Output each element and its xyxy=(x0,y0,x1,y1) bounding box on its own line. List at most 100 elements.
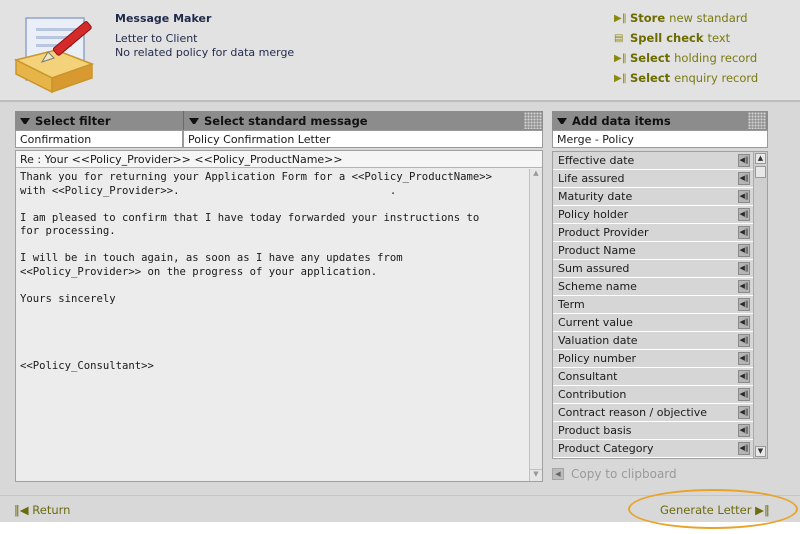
scroll-down-icon[interactable]: ▼ xyxy=(530,469,542,481)
insert-item-icon[interactable]: ◀‖ xyxy=(738,208,750,221)
arrow-right-icon: ▶‖ xyxy=(614,12,627,24)
data-item-row[interactable]: Current value ◀‖ xyxy=(553,314,753,332)
data-item-row[interactable]: Policy holder ◀‖ xyxy=(553,206,753,224)
spell-check-link[interactable]: ▤ Spell check text xyxy=(614,30,730,46)
chevron-down-icon xyxy=(189,117,199,124)
data-item-label: Contribution xyxy=(558,388,627,401)
data-item-label: Product Provider xyxy=(558,226,649,239)
data-item-row[interactable]: Scheme name ◀‖ xyxy=(553,278,753,296)
insert-item-icon[interactable]: ◀‖ xyxy=(738,334,750,347)
action-bold: Select xyxy=(630,71,671,85)
arrow-right-icon: ▶‖ xyxy=(614,52,627,64)
insert-item-icon[interactable]: ◀‖ xyxy=(738,316,750,329)
data-item-label: Product Category xyxy=(558,442,654,455)
insert-item-icon[interactable]: ◀‖ xyxy=(738,424,750,437)
data-item-row[interactable]: Product Category ◀‖ xyxy=(553,440,753,458)
app-title: Message Maker xyxy=(115,12,212,25)
data-item-label: Policy holder xyxy=(558,208,629,221)
policy-status-label: No related policy for data merge xyxy=(115,46,295,59)
insert-item-icon[interactable]: ◀‖ xyxy=(738,190,750,203)
data-item-label: Maturity date xyxy=(558,190,633,203)
data-items-scrollbar[interactable]: ▲ ▼ xyxy=(753,152,767,458)
insert-item-icon[interactable]: ◀‖ xyxy=(738,388,750,401)
insert-item-icon[interactable]: ◀‖ xyxy=(738,262,750,275)
data-item-row[interactable]: Product basis ◀‖ xyxy=(553,422,753,440)
data-item-label: Life assured xyxy=(558,172,625,185)
data-item-row[interactable]: Life assured ◀‖ xyxy=(553,170,753,188)
insert-item-icon[interactable]: ◀‖ xyxy=(738,244,750,257)
resize-grip-icon[interactable] xyxy=(524,112,542,129)
data-item-label: Term xyxy=(558,298,585,311)
clipboard-icon: ◀ xyxy=(552,468,564,480)
data-item-label: Current value xyxy=(558,316,633,329)
insert-item-icon[interactable]: ◀‖ xyxy=(738,226,750,239)
message-maker-logo-icon xyxy=(13,17,95,94)
insert-item-icon[interactable]: ◀‖ xyxy=(738,370,750,383)
scroll-up-icon[interactable]: ▲ xyxy=(755,153,766,164)
select-message-label: Select standard message xyxy=(204,113,368,128)
data-item-label: Valuation date xyxy=(558,334,638,347)
data-item-label: Contract reason / objective xyxy=(558,406,707,419)
data-item-label: Product Name xyxy=(558,244,636,257)
subject-line-input[interactable]: Re : Your <<Policy_Provider>> <<Policy_P… xyxy=(16,151,542,168)
action-bold: Spell check xyxy=(630,31,704,45)
filter-value[interactable]: Confirmation xyxy=(15,130,183,148)
data-item-label: Consultant xyxy=(558,370,618,383)
select-holding-record-link[interactable]: ▶‖ Select holding record xyxy=(614,50,757,66)
return-button[interactable]: ‖◀ Return xyxy=(14,503,70,517)
action-bold: Store xyxy=(630,11,666,25)
footer: ‖◀ Return Generate Letter ▶‖ xyxy=(0,495,800,522)
insert-item-icon[interactable]: ◀‖ xyxy=(738,442,750,455)
body-scrollbar[interactable]: ▲ ▼ xyxy=(529,169,542,481)
resize-grip-icon[interactable] xyxy=(748,112,766,129)
chevron-down-icon xyxy=(557,117,567,124)
copy-to-clipboard-button[interactable]: ◀ Copy to clipboard xyxy=(552,466,677,482)
store-new-standard-link[interactable]: ▶‖ Store new standard xyxy=(614,10,748,26)
generate-label: Generate Letter xyxy=(660,503,752,517)
add-data-items-label: Add data items xyxy=(572,113,671,128)
insert-item-icon[interactable]: ◀‖ xyxy=(738,172,750,185)
return-label: Return xyxy=(32,503,71,517)
data-item-row[interactable]: Contribution ◀‖ xyxy=(553,386,753,404)
insert-item-icon[interactable]: ◀‖ xyxy=(738,406,750,419)
data-item-row[interactable]: Term ◀‖ xyxy=(553,296,753,314)
letter-type-label: Letter to Client xyxy=(115,32,198,45)
data-item-row[interactable]: Effective date ◀‖ xyxy=(553,152,753,170)
scroll-down-icon[interactable]: ▼ xyxy=(755,446,766,457)
data-item-row[interactable]: Sum assured ◀‖ xyxy=(553,260,753,278)
insert-item-icon[interactable]: ◀‖ xyxy=(738,352,750,365)
add-data-items-dropdown[interactable]: Add data items xyxy=(552,111,768,130)
insert-item-icon[interactable]: ◀‖ xyxy=(738,280,750,293)
header: Message Maker Letter to Client No relate… xyxy=(0,0,800,100)
message-maker-window: Message Maker Letter to Client No relate… xyxy=(0,0,800,522)
select-enquiry-record-link[interactable]: ▶‖ Select enquiry record xyxy=(614,70,758,86)
action-text: text xyxy=(707,31,731,45)
data-item-row[interactable]: Maturity date ◀‖ xyxy=(553,188,753,206)
copy-label: Copy to clipboard xyxy=(571,467,677,481)
chevron-down-icon xyxy=(20,117,30,124)
data-item-label: Policy number xyxy=(558,352,637,365)
arrow-left-icon: ‖◀ xyxy=(14,503,29,517)
select-filter-label: Select filter xyxy=(35,113,111,128)
data-item-row[interactable]: Consultant ◀‖ xyxy=(553,368,753,386)
data-item-row[interactable]: Contract reason / objective ◀‖ xyxy=(553,404,753,422)
data-item-label: Sum assured xyxy=(558,262,630,275)
scroll-up-icon[interactable]: ▲ xyxy=(530,169,542,181)
data-item-label: Effective date xyxy=(558,154,635,167)
data-item-label: Scheme name xyxy=(558,280,637,293)
data-item-row[interactable]: Policy number ◀‖ xyxy=(553,350,753,368)
data-item-row[interactable]: Product Provider ◀‖ xyxy=(553,224,753,242)
data-item-label: Product basis xyxy=(558,424,632,437)
insert-item-icon[interactable]: ◀‖ xyxy=(738,154,750,167)
data-item-row[interactable]: Valuation date ◀‖ xyxy=(553,332,753,350)
action-text: new standard xyxy=(669,11,748,25)
data-item-row[interactable]: Product Name ◀‖ xyxy=(553,242,753,260)
standard-message-value[interactable]: Policy Confirmation Letter xyxy=(183,130,543,148)
scroll-thumb[interactable] xyxy=(755,166,766,178)
generate-letter-button[interactable]: Generate Letter ▶‖ xyxy=(660,503,770,517)
merge-source-value[interactable]: Merge - Policy xyxy=(552,130,768,148)
letter-body-textarea[interactable]: Thank you for returning your Application… xyxy=(16,169,530,481)
insert-item-icon[interactable]: ◀‖ xyxy=(738,298,750,311)
select-filter-dropdown[interactable]: Select filter xyxy=(15,111,183,130)
select-standard-message-dropdown[interactable]: Select standard message xyxy=(183,111,543,130)
